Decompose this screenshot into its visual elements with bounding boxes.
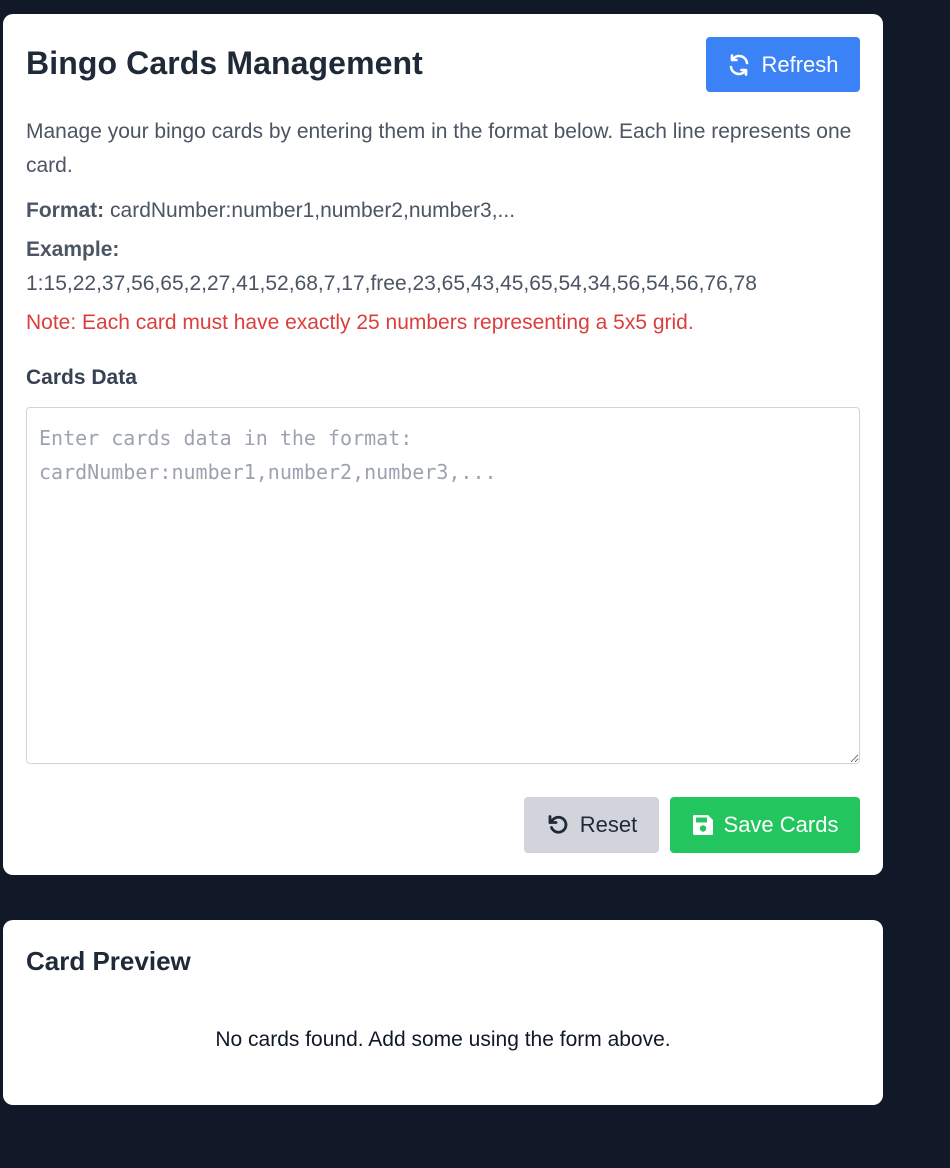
refresh-button[interactable]: Refresh: [706, 37, 860, 92]
reset-label: Reset: [579, 812, 638, 837]
card-preview-panel: Card Preview No cards found. Add some us…: [3, 920, 883, 1105]
format-value: cardNumber:number1,number2,number3,...: [110, 199, 516, 222]
save-cards-button[interactable]: Save Cards: [670, 797, 860, 853]
cards-data-input[interactable]: [26, 407, 860, 764]
preview-title: Card Preview: [26, 946, 191, 976]
format-label: Format:: [26, 199, 105, 222]
validation-note: Note: Each card must have exactly 25 num…: [26, 311, 694, 334]
cards-data-label: Cards Data: [26, 366, 137, 389]
floppy-disk-icon: [692, 814, 714, 836]
save-label: Save Cards: [723, 812, 839, 837]
example-value: 1:15,22,37,56,65,2,27,41,52,68,7,17,free…: [26, 272, 757, 295]
page-title: Bingo Cards Management: [26, 45, 423, 81]
cards-management-panel: Bingo Cards Management Refresh Manage yo…: [3, 14, 883, 875]
empty-state-message: No cards found. Add some using the form …: [215, 1028, 671, 1051]
refresh-icon: [727, 53, 751, 77]
format-line: Format: cardNumber:number1,number2,numbe…: [26, 197, 515, 225]
refresh-label: Refresh: [761, 51, 839, 77]
example-label: Example:: [26, 238, 120, 261]
description-text: Manage your bingo cards by entering them…: [26, 120, 852, 177]
undo-icon: [546, 813, 570, 837]
reset-button[interactable]: Reset: [524, 797, 659, 853]
